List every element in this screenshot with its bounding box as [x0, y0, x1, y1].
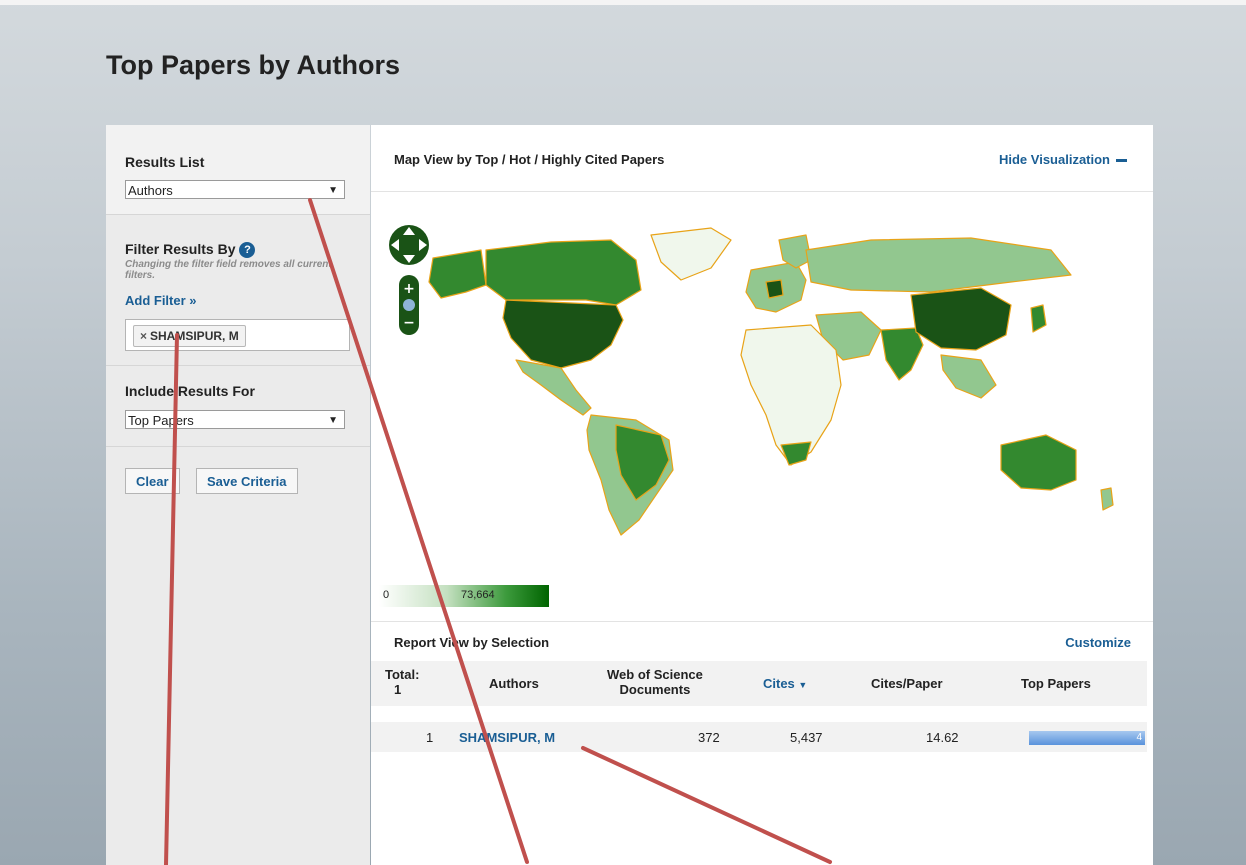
- page-title: Top Papers by Authors: [106, 50, 401, 80]
- filter-input[interactable]: × SHAMSIPUR, M: [125, 319, 350, 351]
- table-header: Total: 1 Authors Web of Science Document…: [371, 661, 1147, 706]
- include-section: Include Results For Top Papers ▼: [106, 366, 370, 447]
- results-list-select[interactable]: Authors ▼: [125, 180, 345, 199]
- table-row: 1 SHAMSIPUR, M 372 5,437 14.62 4: [371, 722, 1147, 752]
- filter-hint: Changing the filter field removes all cu…: [125, 259, 332, 281]
- cites-header[interactable]: Cites ▼: [763, 676, 807, 693]
- results-list-value: Authors: [128, 183, 173, 198]
- main-panel: Map View by Top / Hot / Highly Cited Pap…: [371, 125, 1153, 865]
- results-list-label: Results List: [125, 154, 205, 170]
- map-region-india: [880, 327, 924, 381]
- map-region-south-africa: [780, 441, 812, 466]
- help-icon[interactable]: ?: [239, 242, 256, 259]
- results-list-section: Results List Authors ▼: [106, 125, 370, 215]
- add-filter-link[interactable]: Add Filter »: [125, 293, 197, 308]
- filter-chip: × SHAMSIPUR, M: [133, 325, 246, 347]
- map-region-russia: [805, 237, 1072, 293]
- visualization-title: Map View by Top / Hot / Highly Cited Pap…: [394, 152, 665, 167]
- map-region-mexico: [515, 359, 592, 416]
- include-label: Include Results For: [125, 383, 255, 399]
- include-value: Top Papers: [128, 413, 194, 428]
- row-cites: 5,437: [790, 730, 823, 745]
- hide-visualization-link[interactable]: Hide Visualization: [999, 152, 1127, 167]
- map-region-new-zealand: [1100, 487, 1114, 511]
- map-region-usa: [502, 299, 624, 369]
- top-papers-bar: 4: [1029, 731, 1145, 745]
- report-header: Report View by Selection Customize: [371, 621, 1153, 662]
- visualization-header: Map View by Top / Hot / Highly Cited Pap…: [371, 125, 1153, 192]
- save-criteria-button[interactable]: Save Criteria: [196, 468, 298, 494]
- legend-max-value: 73,664: [461, 589, 495, 601]
- top-strip: [0, 0, 1246, 5]
- cites-per-paper-header[interactable]: Cites/Paper: [871, 676, 943, 691]
- customize-link[interactable]: Customize: [1065, 635, 1131, 650]
- zoom-out-icon: −: [403, 315, 415, 331]
- world-map[interactable]: [411, 220, 1131, 620]
- map-region-japan: [1030, 304, 1047, 333]
- map-region-alaska: [428, 249, 487, 299]
- hide-visualization-label: Hide Visualization: [998, 152, 1110, 167]
- wos-header-line1: Web of Science: [607, 667, 703, 682]
- report-title: Report View by Selection: [394, 635, 550, 650]
- filter-label-text: Filter Results By: [125, 241, 236, 257]
- row-documents: 372: [698, 730, 720, 745]
- include-select[interactable]: Top Papers ▼: [125, 410, 345, 429]
- filter-label: Filter Results By?: [125, 241, 256, 259]
- globe-icon: [403, 299, 415, 311]
- map-region-china: [910, 287, 1012, 351]
- caret-down-icon: ▼: [328, 185, 338, 196]
- author-link[interactable]: SHAMSIPUR, M: [459, 730, 555, 745]
- total-count: 1: [394, 682, 402, 697]
- clear-button[interactable]: Clear: [125, 468, 180, 494]
- legend-min-value: 0: [383, 589, 390, 601]
- zoom-in-icon: +: [403, 281, 415, 297]
- caret-down-icon: ▼: [328, 415, 338, 426]
- wos-header-line2: Documents: [619, 682, 691, 697]
- map-region-canada: [485, 239, 642, 306]
- map-region-germany: [765, 279, 784, 299]
- map-controls[interactable]: + −: [389, 213, 429, 343]
- top-papers-header[interactable]: Top Papers: [1021, 676, 1091, 691]
- row-cites-per-paper: 14.62: [926, 730, 959, 745]
- row-rank: 1: [426, 730, 434, 745]
- remove-chip-icon[interactable]: ×: [140, 329, 147, 343]
- sidebar: Results List Authors ▼ Filter Results By…: [106, 125, 370, 865]
- authors-header[interactable]: Authors: [489, 676, 539, 691]
- minus-icon: [1116, 159, 1127, 163]
- wos-documents-header[interactable]: Web of Science Documents: [607, 667, 703, 697]
- filter-section: Filter Results By? Changing the filter f…: [106, 215, 370, 366]
- map-region-se-asia: [940, 354, 997, 399]
- map-region-australia: [1000, 434, 1077, 491]
- total-label: Total:: [385, 667, 420, 682]
- cites-header-label: Cites: [763, 676, 795, 691]
- filter-chip-label: SHAMSIPUR, M: [150, 329, 239, 343]
- sort-desc-icon: ▼: [798, 680, 808, 690]
- top-papers-value: 4: [1136, 732, 1142, 743]
- total-header: Total: 1: [385, 667, 419, 697]
- map-region-greenland: [650, 227, 732, 281]
